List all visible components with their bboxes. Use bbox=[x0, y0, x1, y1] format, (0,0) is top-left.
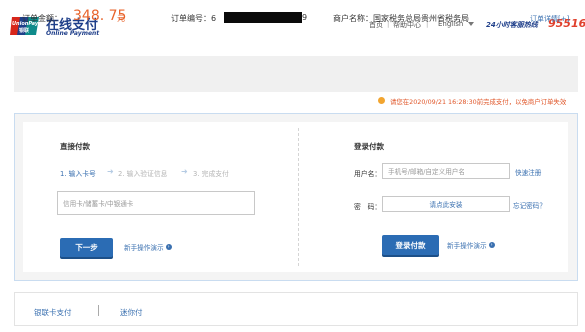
play-icon: › bbox=[488, 242, 495, 248]
order-summary-bar bbox=[14, 56, 578, 92]
redacted-order-number bbox=[224, 12, 302, 23]
username-input[interactable]: 手机号/邮箱/自定义用户名 bbox=[382, 163, 510, 179]
arrow-right-icon: ➜ bbox=[181, 167, 188, 176]
tutorial-link[interactable]: 新手操作演示 › bbox=[124, 242, 172, 252]
tab-unionpay-card[interactable]: 银联卡支付 bbox=[34, 307, 72, 318]
tutorial-link-label: 新手操作演示 bbox=[447, 242, 487, 250]
payment-deadline-notice: 请您在2020/09/21 16:28:30前完成支付，以免商户订单失效 bbox=[390, 98, 567, 106]
tab-separator bbox=[98, 305, 99, 316]
currency-unit: 元 bbox=[117, 14, 125, 23]
register-link[interactable]: 快速注册 bbox=[515, 167, 541, 177]
tutorial-link-label: 新手操作演示 bbox=[124, 244, 164, 252]
arrow-right-icon: ➜ bbox=[107, 167, 114, 176]
login-pay-title: 登录付款 bbox=[354, 142, 384, 151]
amount-label: 订单金额： bbox=[22, 14, 62, 23]
direct-pay-title: 直接付款 bbox=[60, 142, 90, 151]
clock-icon bbox=[378, 97, 385, 104]
order-detail-link[interactable]: 订单详情[+] bbox=[530, 14, 569, 24]
order-number-tail: 9 bbox=[302, 13, 308, 22]
next-step-button[interactable]: 下一步 bbox=[60, 238, 113, 257]
play-icon: › bbox=[165, 244, 172, 250]
merchant-name: 商户名称：国家税务总局贵州省税务局 bbox=[333, 14, 469, 23]
tutorial-link[interactable]: 新手操作演示 › bbox=[447, 240, 495, 250]
password-label: 密 码： bbox=[354, 203, 382, 211]
login-pay-button[interactable]: 登录付款 bbox=[382, 235, 439, 255]
order-number-label: 订单编号：6 bbox=[171, 14, 217, 23]
panel-divider bbox=[298, 128, 299, 266]
logo-badge-bottom: 银联 bbox=[18, 27, 29, 34]
step-complete-payment: 3. 完成支付 bbox=[193, 170, 229, 178]
step-enter-card: 1. 输入卡号 bbox=[60, 170, 96, 178]
logo-title-en: Online Payment bbox=[46, 30, 100, 37]
card-number-input[interactable]: 信用卡/储蓄卡/中银通卡 bbox=[57, 191, 255, 215]
password-input[interactable]: 请点此安装 bbox=[382, 196, 510, 212]
tab-mini-pay[interactable]: 迷你付 bbox=[120, 307, 143, 318]
forgot-password-link[interactable]: 忘记密码？ bbox=[513, 200, 546, 210]
username-label: 用户名： bbox=[354, 170, 382, 178]
step-verify-info: 2. 输入验证信息 bbox=[118, 170, 168, 178]
